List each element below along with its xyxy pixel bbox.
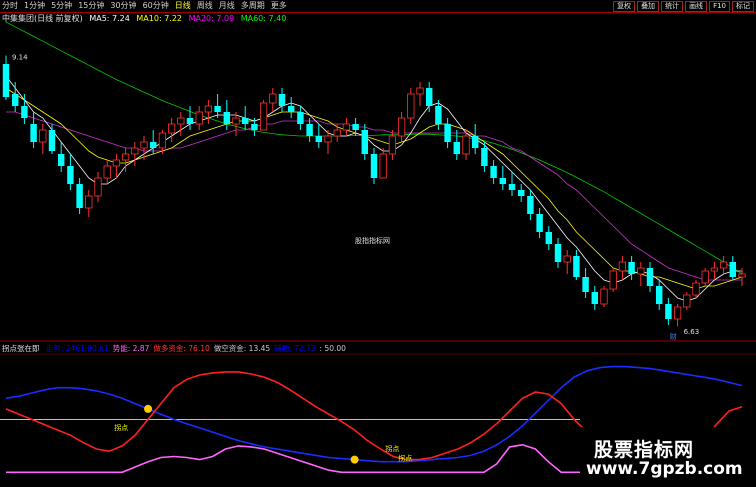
watermark-line1: 股票指标网 (594, 439, 695, 461)
candle (692, 280, 700, 298)
candle (223, 100, 231, 130)
candle (204, 100, 213, 124)
indicator-name: 拐点张在即 (2, 344, 40, 353)
candle (57, 142, 65, 172)
candle (333, 124, 341, 142)
candle (259, 100, 268, 131)
candle (269, 88, 277, 112)
candle (719, 256, 728, 274)
candle (214, 94, 221, 118)
candle (315, 124, 323, 148)
indicator-legend-item-4: 辅助: 72.73 (274, 344, 316, 353)
candle (39, 124, 47, 154)
turn-point-label: 拐点 (114, 423, 128, 432)
candle (94, 172, 102, 202)
candle (425, 82, 433, 112)
candle (545, 226, 553, 250)
candle (287, 97, 295, 118)
candle (67, 154, 74, 190)
smile-icon (350, 455, 359, 464)
candle (149, 130, 157, 154)
candle (297, 106, 304, 130)
watermark-line2: www.7gpzb.com (586, 459, 743, 479)
candle (527, 190, 534, 220)
candle (618, 256, 627, 280)
indicator-legend-item-3: 做空资金: 13.45 (213, 344, 271, 353)
candle (673, 304, 682, 327)
candle (352, 118, 359, 136)
candle (481, 142, 488, 172)
indicator-legend-item-2: 做多资金: 76.10 (153, 344, 210, 353)
candle (76, 178, 83, 214)
candle (600, 286, 608, 307)
candle (416, 82, 424, 106)
candle (11, 82, 19, 112)
candle (609, 268, 617, 292)
kline-chart: 拐点拐点拐点 9.146.63股指指标网财 (0, 21, 756, 474)
candle (637, 262, 645, 286)
candle (444, 118, 451, 148)
candle (103, 160, 111, 184)
indicator-legend-item-1: 势能: 2.87 (112, 344, 150, 353)
candle (573, 250, 580, 280)
candle (517, 184, 525, 202)
candle (710, 262, 719, 280)
candle (554, 238, 562, 268)
candle (508, 172, 516, 196)
candle (582, 268, 589, 298)
candle (195, 106, 203, 130)
candle (407, 88, 415, 124)
candle (655, 280, 663, 310)
candle (2, 55, 10, 100)
low-price-label: 6.63 (684, 328, 700, 336)
watermark-box: 股票指标网 www.7gpzb.com (580, 427, 756, 487)
candle (729, 256, 737, 280)
candle (646, 262, 654, 292)
smile-icon (144, 404, 153, 413)
high-price-label: 9.14 (12, 54, 28, 62)
candle (536, 208, 543, 238)
candle (701, 268, 709, 286)
candle (342, 118, 351, 136)
indicator-legend-item-0: 走势: 2461 90.61 (45, 344, 109, 353)
candle (471, 124, 479, 154)
candle (186, 106, 194, 130)
candle (131, 142, 139, 166)
candle (241, 106, 249, 130)
candle (85, 190, 93, 217)
candle (370, 148, 378, 184)
candle (499, 166, 507, 190)
indicator-legend: 拐点张在即 走势: 2461 90.61 势能: 2.87 做多资金: 76.10 做… (2, 344, 350, 354)
ma20-line (6, 111, 742, 281)
candle (167, 118, 176, 142)
finance-mark: 财 (670, 332, 677, 341)
candle (665, 298, 672, 325)
candle (278, 88, 286, 112)
candle (683, 292, 691, 310)
candle (306, 118, 313, 142)
turn-point-label: 拐点 (385, 444, 399, 453)
candle (591, 286, 599, 310)
candle (490, 160, 497, 184)
candle (112, 154, 121, 178)
turn-point-label: 拐点 (398, 454, 412, 463)
candle (397, 112, 406, 142)
indicator-legend-item-5: : 50.00 (319, 344, 346, 353)
candle (361, 124, 369, 160)
candle (563, 250, 571, 274)
candle (453, 130, 461, 160)
candle (379, 148, 387, 179)
candle (628, 256, 635, 280)
candle (48, 124, 56, 154)
watermark-small: 股指指标网 (355, 236, 390, 245)
candle (177, 112, 185, 136)
